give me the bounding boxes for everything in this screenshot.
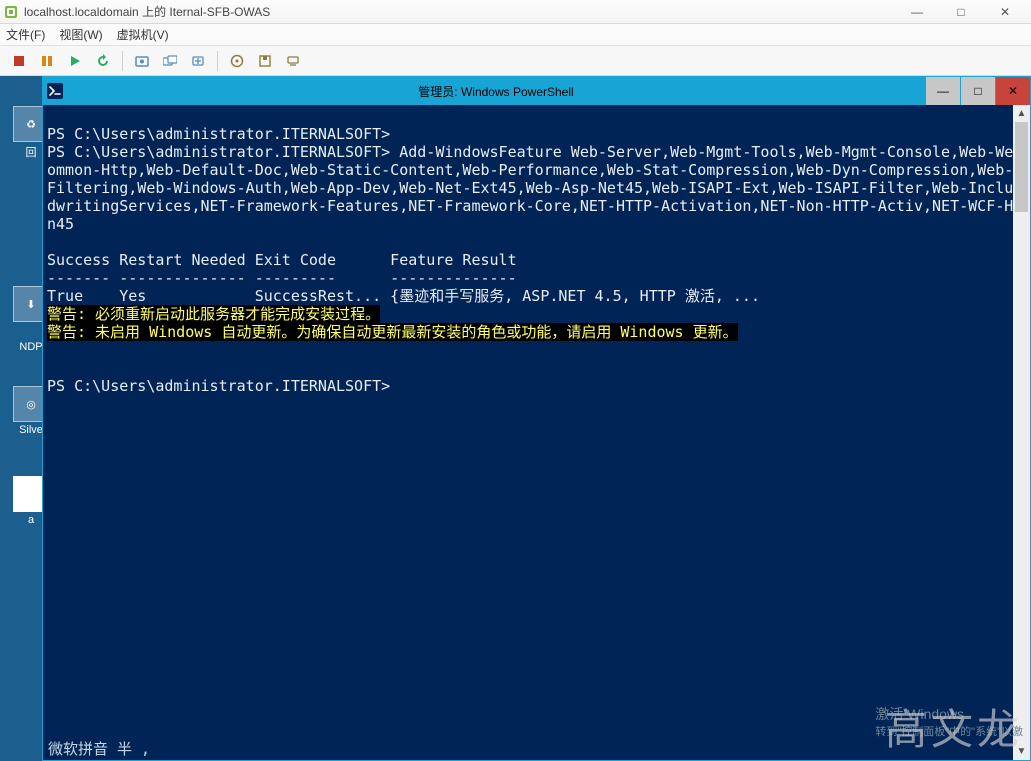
ps-separator: ------- -------------- --------- -------…	[47, 269, 517, 287]
vm-window-controls: — □ ✕	[895, 2, 1027, 22]
menu-view[interactable]: 视图(W)	[59, 26, 102, 43]
play-button[interactable]	[62, 49, 88, 73]
restart-button[interactable]	[90, 49, 116, 73]
ps-window-controls: — □ ✕	[925, 77, 1030, 105]
ps-warning-1: 警告: 必须重新启动此服务器才能完成安装过程。	[47, 305, 380, 323]
scroll-up-arrow[interactable]: ▲	[1013, 105, 1030, 122]
ps-title-text: 管理员: Windows PowerShell	[67, 83, 925, 100]
menu-vm[interactable]: 虚拟机(V)	[117, 26, 169, 43]
ps-line: Filtering,Web-Windows-Auth,Web-App-Dev,W…	[47, 179, 1013, 197]
menu-file[interactable]: 文件(F)	[6, 26, 45, 43]
ps-line: PS C:\Users\administrator.ITERNALSOFT> A…	[47, 143, 1013, 161]
activate-line1: 激活 Windows	[875, 705, 1023, 723]
ps-close-button[interactable]: ✕	[996, 77, 1030, 105]
ps-result-row: True Yes SuccessRest... {墨迹和手写服务, ASP.NE…	[47, 287, 760, 305]
ps-warning-2: 警告: 未启用 Windows 自动更新。为确保自动更新最新安装的角色或功能，请…	[47, 323, 738, 341]
network-button[interactable]	[280, 49, 306, 73]
ps-line: dwritingServices,NET-Framework-Features,…	[47, 197, 1013, 215]
vm-titlebar[interactable]: localhost.localdomain 上的 Iternal-SFB-OWA…	[0, 0, 1031, 24]
ps-scrollbar[interactable]: ▲ ▼	[1013, 105, 1030, 760]
vm-menubar: 文件(F) 视图(W) 虚拟机(V)	[0, 24, 1031, 46]
vm-toolbar	[0, 46, 1031, 76]
toolbar-separator	[122, 51, 123, 71]
vm-minimize-button[interactable]: —	[895, 2, 939, 22]
powershell-window: 管理员: Windows PowerShell — □ ✕ PS C:\User…	[42, 76, 1031, 761]
ps-console-output[interactable]: PS C:\Users\administrator.ITERNALSOFT> P…	[43, 105, 1013, 760]
ps-line: PS C:\Users\administrator.ITERNALSOFT>	[47, 125, 390, 143]
stop-button[interactable]	[6, 49, 32, 73]
ps-line: n45	[47, 215, 74, 233]
ps-line: ommon-Http,Web-Default-Doc,Web-Static-Co…	[47, 161, 1013, 179]
ps-header: Success Restart Needed Exit Code Feature…	[47, 251, 517, 269]
floppy-button[interactable]	[252, 49, 278, 73]
activate-line2: 转到"控制面板"中的"系统"以激	[875, 723, 1023, 741]
vm-close-button[interactable]: ✕	[983, 2, 1027, 22]
snapshot-manager-button[interactable]	[157, 49, 183, 73]
snapshot-button[interactable]	[129, 49, 155, 73]
vm-maximize-button[interactable]: □	[939, 2, 983, 22]
vm-title-text: localhost.localdomain 上的 Iternal-SFB-OWA…	[24, 3, 895, 20]
guest-desktop[interactable]: ♻ 回 ⬇ NDP ◎ Silve a	[0, 76, 1031, 761]
pause-button[interactable]	[34, 49, 60, 73]
windows-activation-watermark: 激活 Windows 转到"控制面板"中的"系统"以激	[875, 705, 1023, 741]
ps-prompt: PS C:\Users\administrator.ITERNALSOFT>	[47, 377, 390, 395]
ps-titlebar[interactable]: 管理员: Windows PowerShell — □ ✕	[43, 77, 1030, 105]
cd-button[interactable]	[224, 49, 250, 73]
revert-snapshot-button[interactable]	[185, 49, 211, 73]
ps-body: PS C:\Users\administrator.ITERNALSOFT> P…	[43, 105, 1030, 760]
guest-desktop-area[interactable]: ♻ 回 ⬇ NDP ◎ Silve a	[0, 76, 1031, 761]
scroll-thumb[interactable]	[1015, 122, 1028, 212]
ime-status: 微软拼音 半 ,	[48, 738, 150, 759]
ps-maximize-button[interactable]: □	[961, 77, 995, 105]
ps-minimize-button[interactable]: —	[926, 77, 960, 105]
scroll-down-arrow[interactable]: ▼	[1013, 743, 1030, 760]
vsphere-icon	[4, 5, 18, 19]
toolbar-separator	[217, 51, 218, 71]
vmware-console-window: localhost.localdomain 上的 Iternal-SFB-OWA…	[0, 0, 1031, 761]
powershell-icon	[43, 83, 67, 99]
